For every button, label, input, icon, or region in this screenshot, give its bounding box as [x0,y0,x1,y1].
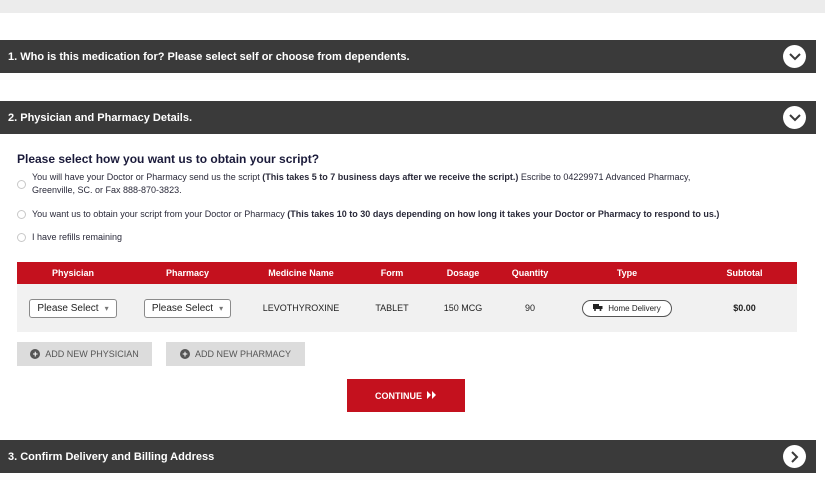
dosage-cell: 150 MCG [428,284,498,332]
chevron-down-icon[interactable] [783,45,806,68]
medicine-cell: LEVOTHYROXINE [246,284,356,332]
section-3-title: 3. Confirm Delivery and Billing Address [8,450,215,463]
pharmacy-select[interactable]: Please Select ▾ [143,298,232,318]
option-1-tail: Escribe to 04229971 Advanced Pharmacy, [518,172,691,182]
pharmacy-select-value: Please Select [151,302,214,314]
type-cell: Home Delivery [562,284,692,332]
option-3-text: I have refills remaining [32,232,123,242]
table-row: Please Select ▾ Please Select ▾ LEVOTHYR… [17,284,797,332]
col-subtotal: Subtotal [692,262,797,284]
section-3-header[interactable]: 3. Confirm Delivery and Billing Address [0,440,816,473]
option-1-bold: (This takes 5 to 7 business days after w… [262,172,519,182]
add-physician-button[interactable]: + ADD NEW PHYSICIAN [17,342,152,366]
col-dosage: Dosage [428,262,498,284]
plus-circle-icon: + [30,349,41,359]
radio-obtain[interactable] [17,210,26,219]
radio-send[interactable] [17,180,26,189]
physician-select-value: Please Select [37,302,99,314]
section-1-header[interactable]: 1. Who is this medication for? Please se… [0,40,816,73]
option-1-text: You will have your Doctor or Pharmacy se… [32,172,263,182]
option-2-bold: (This takes 10 to 30 days depending on h… [287,209,720,219]
prescription-table: Physician Pharmacy Medicine Name Form Do… [17,262,797,332]
select-caret-icon: ▾ [104,303,109,313]
chevron-right-icon[interactable] [783,445,806,468]
col-form: Form [356,262,428,284]
continue-label: CONTINUE [375,390,422,401]
col-type: Type [562,262,692,284]
chevron-down-icon[interactable] [783,106,806,129]
physician-cell: Please Select ▾ [17,284,129,332]
delivery-type-button[interactable]: Home Delivery [582,299,672,317]
script-question: Please select how you want us to obtain … [17,152,320,166]
continue-button[interactable]: CONTINUE [347,379,465,412]
select-caret-icon: ▾ [219,303,224,313]
table-header-row: Physician Pharmacy Medicine Name Form Do… [17,262,797,284]
section-1-title: 1. Who is this medication for? Please se… [8,50,410,63]
truck-icon [593,303,603,313]
plus-circle-icon: + [179,349,190,359]
col-medicine: Medicine Name [246,262,356,284]
option-2-text: You want us to obtain your script from y… [32,209,288,219]
delivery-type-label: Home Delivery [608,303,661,313]
physician-select[interactable]: Please Select ▾ [29,298,117,318]
add-physician-label: ADD NEW PHYSICIAN [45,349,139,359]
add-pharmacy-label: ADD NEW PHARMACY [194,349,291,359]
top-bar [0,0,825,13]
double-chevron-right-icon [427,390,437,401]
pharmacy-cell: Please Select ▾ [129,284,246,332]
section-2-title: 2. Physician and Pharmacy Details. [8,111,193,124]
radio-refills[interactable] [17,233,26,242]
quantity-cell: 90 [498,284,562,332]
section-2-header[interactable]: 2. Physician and Pharmacy Details. [0,101,816,134]
form-cell: TABLET [356,284,428,332]
col-physician: Physician [17,262,129,284]
subtotal-cell: $0.00 [692,284,797,332]
option-1-line2: Greenville, SC. or Fax 888-870-3823. [32,185,182,195]
col-pharmacy: Pharmacy [129,262,246,284]
col-quantity: Quantity [498,262,562,284]
add-pharmacy-button[interactable]: + ADD NEW PHARMACY [166,342,305,366]
